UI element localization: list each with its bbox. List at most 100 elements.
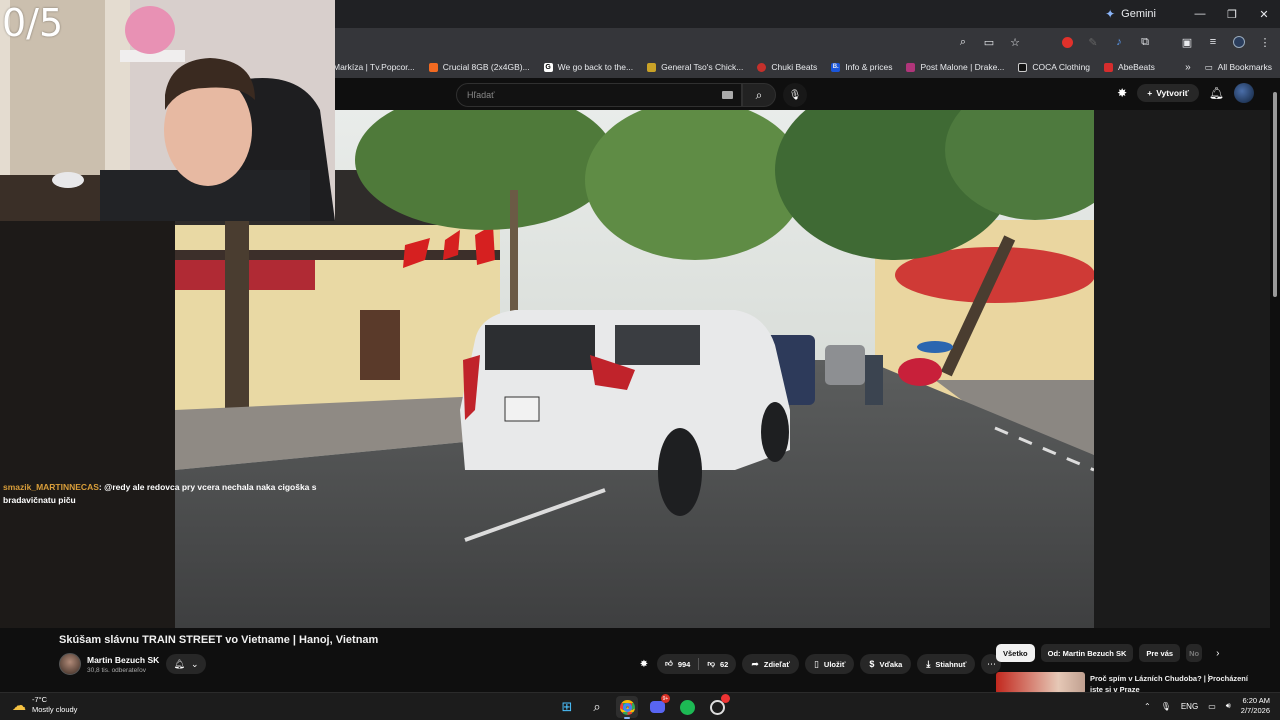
spotify-icon[interactable] (676, 696, 698, 718)
thanks-button[interactable]: $ Vďaka (860, 654, 912, 674)
chip-from-channel[interactable]: Od: Martin Bezuch SK (1040, 644, 1134, 662)
profile-avatar[interactable] (1232, 35, 1246, 49)
gemini-button[interactable]: ✦ Gemini (1105, 7, 1156, 21)
gemini-label: Gemini (1121, 8, 1156, 20)
keyboard-icon[interactable] (722, 91, 733, 99)
volume-icon[interactable]: 🔊︎ (1226, 701, 1231, 711)
steam-icon[interactable] (706, 694, 730, 718)
bookmark-item[interactable]: Crucial 8GB (2x4GB)... (428, 62, 530, 72)
right-dark-panel (1094, 110, 1270, 628)
search-button[interactable]: ⌕ (742, 83, 776, 107)
thumbs-down-icon: 👎︎ (707, 659, 715, 668)
left-dark-panel (0, 220, 175, 628)
zoom-icon[interactable]: ⌕ (956, 35, 970, 49)
subscriber-count: 30,8 tis. odberateľov (87, 667, 146, 674)
extensions-puzzle-icon[interactable]: ⧉ (1138, 35, 1152, 49)
recommended-title[interactable]: Proč spím v Lázních Chudoba? | Procházen… (1090, 673, 1255, 692)
subscribed-bell-button[interactable]: 🔔︎ ⌄ (166, 654, 206, 674)
search-input[interactable]: Hľadať (456, 83, 742, 107)
bookmark-favicon (428, 62, 438, 72)
channel-name[interactable]: Martin Bezuch SK (87, 655, 159, 665)
chip-for-you[interactable]: Pre vás (1139, 644, 1181, 662)
bookmark-favicon: B. (831, 62, 841, 72)
page-scrollbar[interactable] (1270, 80, 1280, 692)
weather-desc: Mostly cloudy (32, 705, 78, 714)
bookmark-star-icon[interactable]: ☆ (1008, 35, 1022, 49)
recommended-thumbnail[interactable] (996, 672, 1085, 692)
bookmark-item[interactable]: General Tso's Chick... (647, 62, 743, 72)
bookmark-item[interactable]: COCA Clothing (1018, 62, 1090, 72)
bookmark-favicon (1018, 62, 1028, 72)
extension-audio-icon[interactable]: ♪ (1112, 35, 1126, 49)
account-avatar[interactable] (1234, 83, 1254, 103)
chrome-icon[interactable] (616, 696, 638, 719)
create-button[interactable]: + Vytvoriť (1137, 84, 1199, 102)
bookmark-item[interactable]: G We go back to the... (543, 62, 633, 72)
download-button[interactable]: ⤓ Stiahnuť (917, 654, 976, 674)
restore-button[interactable]: ❐ (1216, 8, 1248, 21)
taskbar-apps: ⊞ ⌕ 9+ (556, 694, 730, 719)
bookmark-item[interactable]: Chuki Beats (757, 62, 817, 72)
bookmark-favicon (906, 62, 916, 72)
weather-cloud-icon: ☁ (12, 696, 26, 713)
chat-username: smazik_MARTINNECAS (3, 482, 99, 492)
weather-widget[interactable]: ☁ -7°C Mostly cloudy (12, 695, 77, 715)
recommendation-chips: Všetko Od: Martin Bezuch SK Pre vás No › (996, 644, 1219, 662)
bell-icon: 🔔︎ (173, 658, 185, 669)
close-window-button[interactable]: ✕ (1248, 8, 1280, 21)
cast-icon[interactable]: ▭ (982, 35, 996, 49)
gemini-sparkle-icon[interactable]: ✸ (1117, 86, 1127, 100)
browser-titlebar: ✦ Gemini — ❐ ✕ (335, 0, 1280, 28)
search-icon[interactable]: ⌕ (586, 696, 608, 718)
download-icon: ⤓ (926, 658, 931, 669)
dislike-button[interactable]: 👎︎ 62 (699, 654, 736, 674)
video-actions: ✸ 👍︎ 994 👎︎ 62 ➦ Zdieľať ▯ Uložiť $ Vďaka ⤓ St… (637, 654, 1002, 674)
save-icon: ▯ (813, 658, 819, 669)
gemini-icon: ✦ (1105, 7, 1116, 21)
bookmark-favicon (1104, 62, 1114, 72)
bookmark-favicon (647, 62, 657, 72)
chevron-right-icon[interactable]: › (1216, 648, 1219, 659)
more-horizontal-icon: ⋯ (986, 658, 996, 669)
reading-list-icon[interactable]: ≡ (1206, 35, 1220, 49)
video-title: Skúšam slávnu TRAIN STREET vo Vietname |… (59, 634, 379, 646)
notifications-bell-icon[interactable]: 🔔︎ (1209, 86, 1224, 100)
recommended-video[interactable]: Proč spím v Lázních Chudoba? | Procházen… (996, 671, 1266, 692)
channel-avatar[interactable] (59, 653, 81, 675)
bookmark-item[interactable]: Post Malone | Drake... (906, 62, 1004, 72)
share-button[interactable]: ➦ Zdieľať (742, 654, 799, 674)
tray-overflow-chevron-icon[interactable]: ⌃ (1144, 702, 1151, 711)
clock-date: 2/7/2026 (1240, 706, 1270, 715)
voice-search-button[interactable]: 🎙︎ (783, 83, 807, 107)
microphone-tray-icon[interactable]: 🎙︎ (1161, 702, 1171, 711)
all-bookmarks-button[interactable]: ▭ All Bookmarks (1205, 62, 1272, 73)
network-icon[interactable]: ▭ (1208, 702, 1216, 711)
minimize-button[interactable]: — (1184, 8, 1216, 20)
bookmark-favicon (757, 62, 767, 72)
language-indicator[interactable]: ENG (1181, 702, 1198, 711)
share-icon: ➦ (751, 658, 759, 669)
chat-message: smazik_MARTINNECAS: @redy ale redovca pr… (3, 481, 333, 507)
save-button[interactable]: ▯ Uložiť (804, 654, 855, 674)
scrollbar-thumb[interactable] (1273, 92, 1277, 297)
extension-opera-icon[interactable] (1060, 35, 1074, 49)
like-button[interactable]: 👍︎ 994 (657, 654, 698, 674)
bookmarks-overflow-icon[interactable]: » (1185, 62, 1191, 73)
system-tray: ⌃ 🎙︎ ENG ▭ 🔊︎ 6:20 AM 2/7/2026 (1144, 696, 1270, 716)
chip-next-hidden[interactable]: No (1186, 644, 1203, 662)
sidepanel-icon[interactable]: ▣ (1180, 35, 1194, 49)
bookmark-item[interactable]: Markíza | Tv.Popcor... (335, 62, 415, 72)
address-bar: ⌕ ▭ ☆ ✎ ♪ ⧉ ▣ ≡ ⋮ (335, 28, 1280, 56)
bookmark-item[interactable]: AbeBeats (1104, 62, 1155, 72)
clock[interactable]: 6:20 AM 2/7/2026 (1241, 696, 1270, 716)
ask-gemini-icon[interactable]: ✸ (637, 654, 651, 674)
start-windows-icon[interactable]: ⊞ (556, 696, 578, 718)
plus-icon: + (1147, 88, 1153, 98)
extension-pen-icon[interactable]: ✎ (1086, 35, 1100, 49)
discord-icon[interactable]: 9+ (646, 694, 670, 718)
chrome-menu-icon[interactable]: ⋮ (1258, 35, 1272, 49)
more-vertical-icon[interactable]: ⋮ (1204, 673, 1213, 684)
discord-badge: 9+ (661, 694, 670, 703)
chip-all[interactable]: Všetko (996, 644, 1035, 662)
bookmark-item[interactable]: B. Info & prices (831, 62, 892, 72)
